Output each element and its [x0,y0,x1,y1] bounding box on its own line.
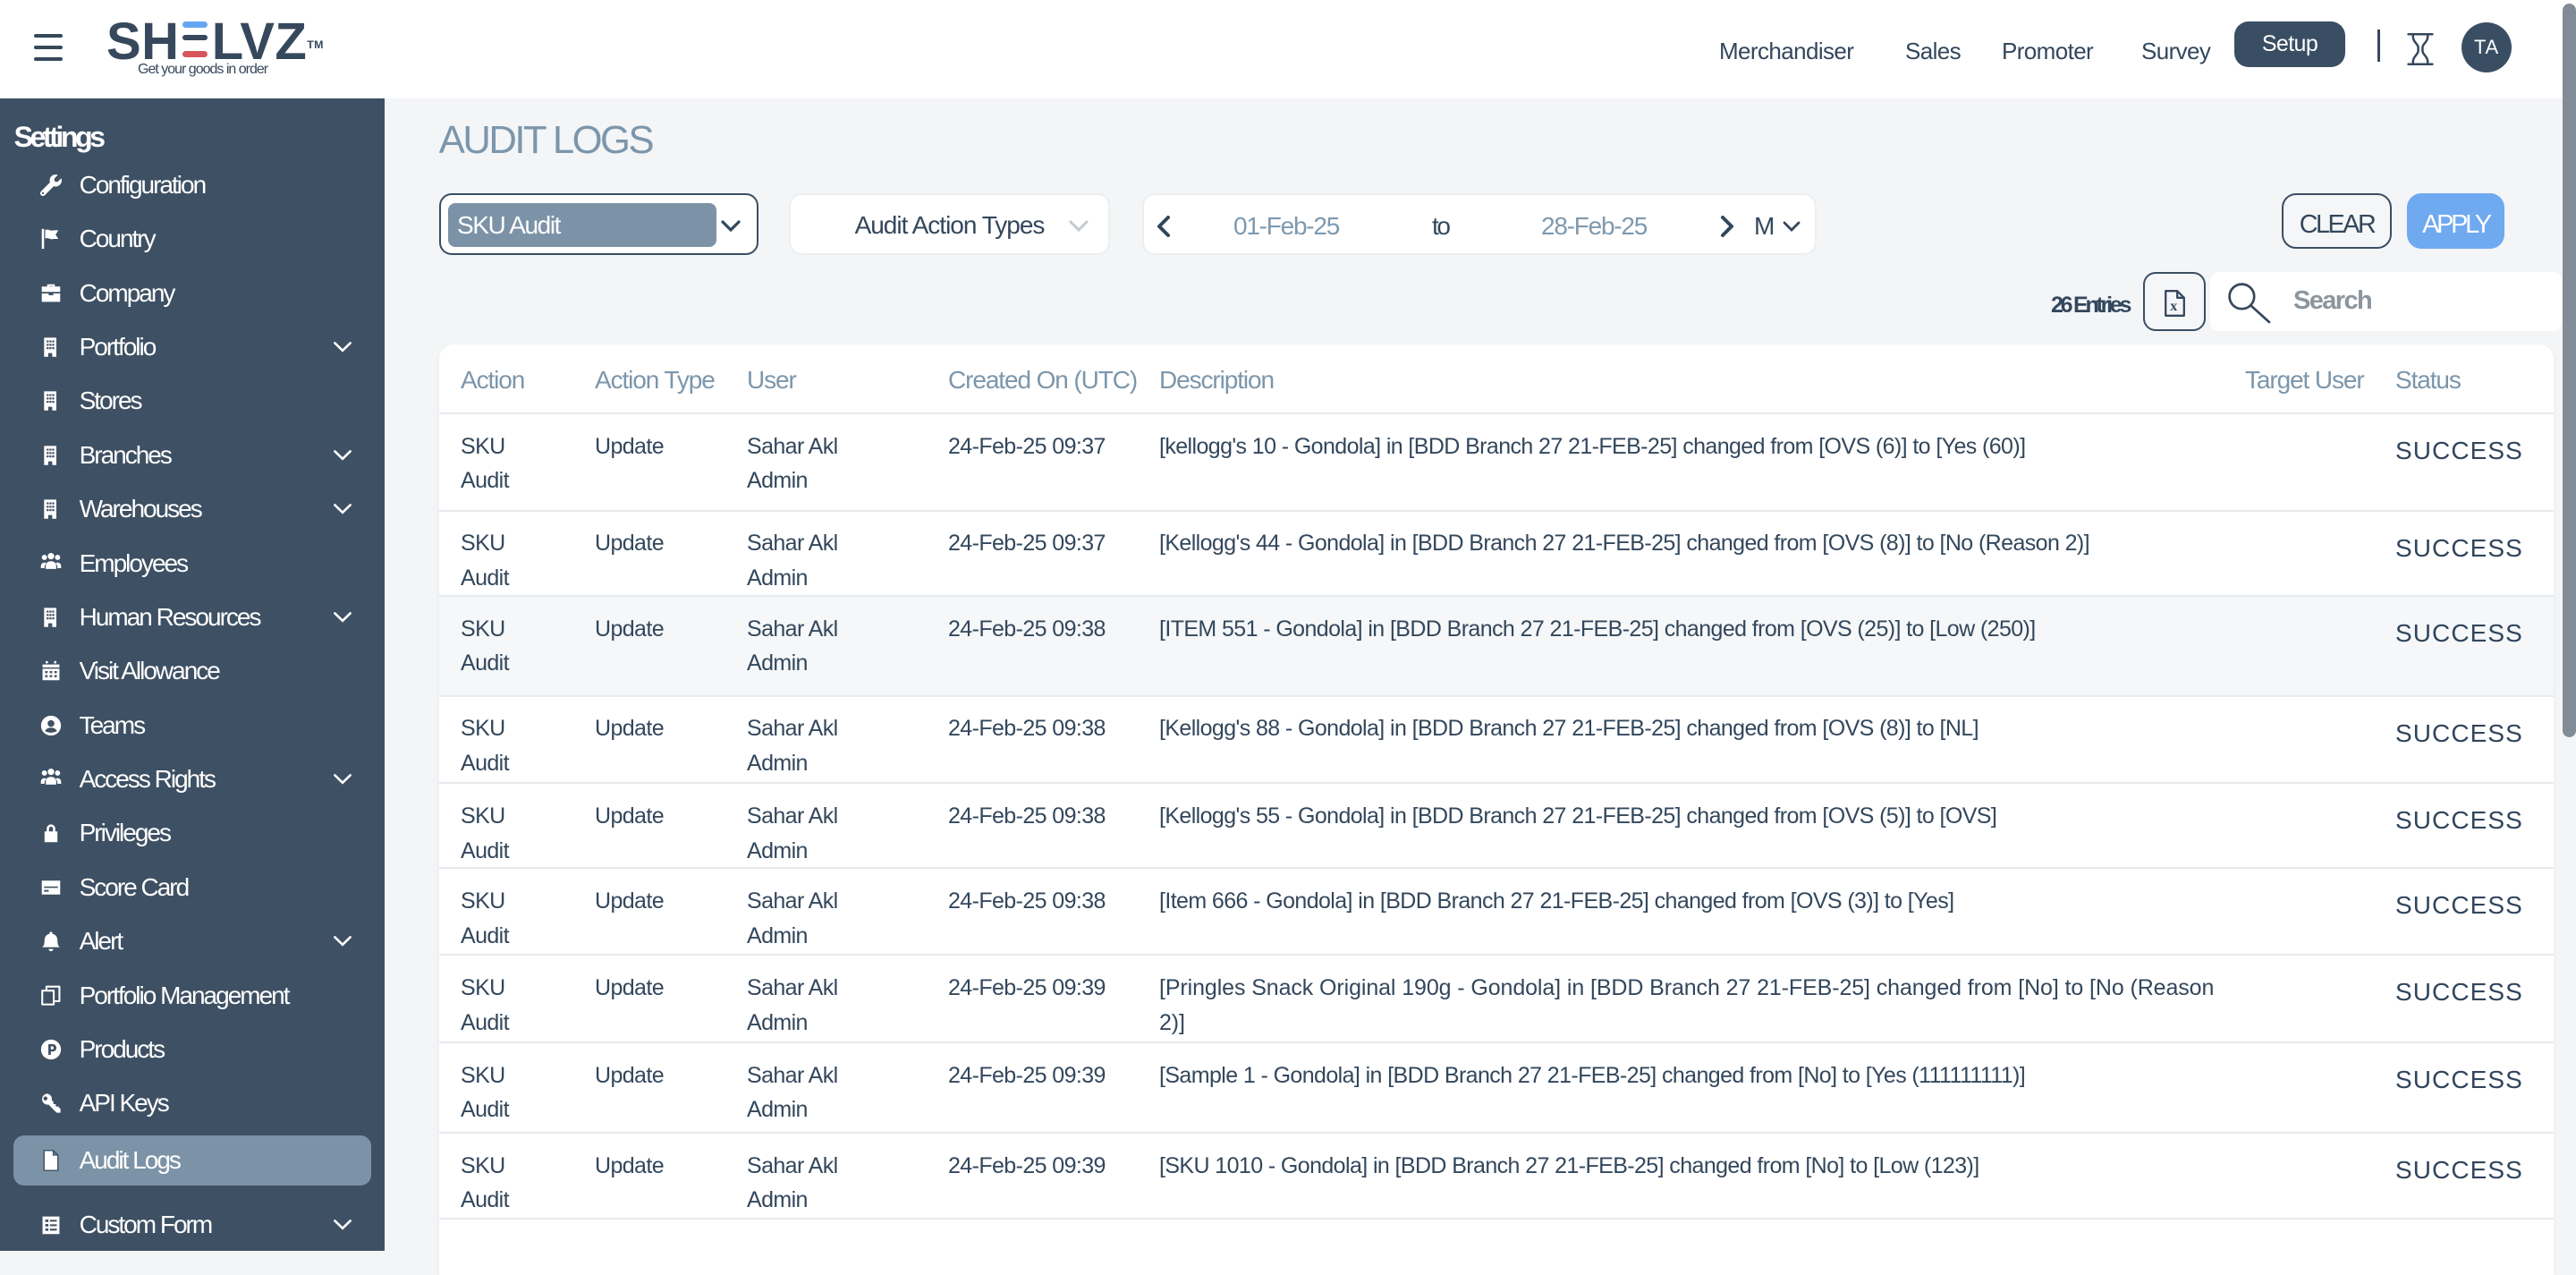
svg-text:x: x [2170,300,2177,315]
